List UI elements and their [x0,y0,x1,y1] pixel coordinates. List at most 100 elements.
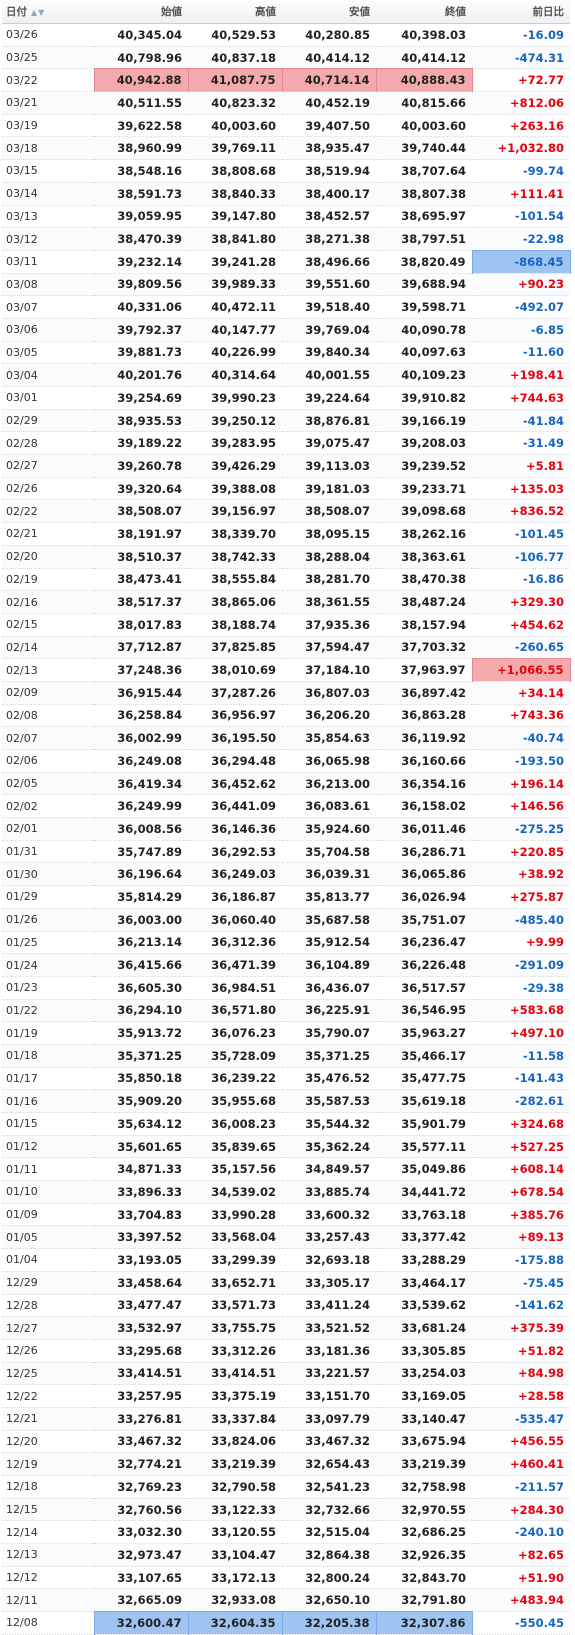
cell-low: 32,693.18 [282,1248,376,1272]
column-header-change[interactable]: 前日比 [472,0,570,24]
cell-open: 33,276.81 [94,1407,188,1431]
cell-high: 36,956.97 [188,704,282,728]
cell-change: +608.14 [472,1157,570,1182]
cell-low: 39,407.50 [282,114,376,138]
cell-open: 38,548.16 [94,159,188,183]
cell-high: 39,426.29 [188,454,282,478]
cell-low: 37,935.36 [282,613,376,637]
cell-open: 36,249.08 [94,749,188,773]
cell-open: 38,473.41 [94,568,188,592]
table-row: 12/27 33,532.97 33,755.75 33,521.52 33,681.2… [2,1316,570,1340]
cell-high: 36,984.51 [188,976,282,1000]
cell-close: 39,740.44 [376,136,472,161]
cell-open: 36,915.44 [94,681,188,705]
cell-open: 39,792.37 [94,318,188,342]
table-row: 12/26 33,295.68 33,312.26 33,181.36 33,305.8… [2,1339,570,1363]
cell-high: 36,060.40 [188,908,282,932]
cell-open: 37,248.36 [94,658,188,682]
cell-low: 32,800.24 [282,1566,376,1590]
cell-open: 33,477.47 [94,1294,188,1318]
cell-close: 36,160.66 [376,749,472,773]
cell-change: +146.56 [472,794,570,819]
cell-date: 12/21 [2,1407,94,1431]
table-row: 02/14 37,712.87 37,825.85 37,594.47 37,703.3… [2,636,570,660]
table-row: 12/29 33,458.64 33,652.71 33,305.17 33,464.1… [2,1271,570,1295]
cell-change: +5.81 [472,454,570,478]
cell-close: 33,763.18 [376,1203,472,1227]
table-row: 12/22 33,257.95 33,375.19 33,151.70 33,169.0… [2,1384,570,1408]
cell-close: 33,288.29 [376,1248,472,1272]
cell-change: -282.61 [472,1089,570,1113]
cell-change: -240.10 [472,1520,570,1545]
cell-change: +329.30 [472,590,570,614]
cell-low: 39,075.47 [282,431,376,456]
cell-open: 33,704.83 [94,1203,188,1227]
column-header-close[interactable]: 終値 [376,0,472,24]
cell-high: 39,388.08 [188,477,282,501]
table-row: 03/18 38,960.99 39,769.11 38,935.47 39,740.4… [2,136,570,161]
table-row: 02/19 38,473.41 38,555.84 38,281.70 38,470.3… [2,568,570,592]
cell-date: 01/22 [2,999,94,1023]
cell-date: 01/30 [2,862,94,887]
table-row: 01/12 35,601.65 35,839.65 35,362.24 35,577.1… [2,1135,570,1159]
cell-close: 36,897.42 [376,681,472,705]
cell-high: 33,652.71 [188,1271,282,1295]
cell-high: 33,990.28 [188,1203,282,1227]
table-row: 01/29 35,814.29 36,186.87 35,813.77 36,026.9… [2,885,570,909]
cell-close: 39,233.71 [376,477,472,501]
cell-open: 38,935.53 [94,409,188,433]
cell-low: 38,508.07 [282,499,376,524]
cell-high: 39,989.33 [188,273,282,297]
cell-close: 39,166.19 [376,409,472,433]
table-row: 01/16 35,909.20 35,955.68 35,587.53 35,619.1… [2,1089,570,1113]
cell-high: 40,003.60 [188,114,282,138]
cell-close: 35,466.17 [376,1044,472,1068]
cell-change: +196.14 [472,772,570,796]
sort-arrows-icon[interactable]: ▲▼ [31,8,45,17]
column-header-date[interactable]: 日付 ▲▼ [2,0,94,24]
cell-close: 38,797.51 [376,227,472,251]
cell-date: 02/28 [2,431,94,456]
cell-change: +263.16 [472,114,570,138]
cell-low: 38,095.15 [282,522,376,546]
cell-date: 03/12 [2,227,94,251]
cell-close: 38,807.38 [376,182,472,206]
cell-high: 39,241.28 [188,250,282,274]
table-row: 02/08 36,258.84 36,956.97 36,206.20 36,863.2… [2,704,570,728]
cell-high: 33,824.06 [188,1430,282,1454]
cell-high: 39,769.11 [188,136,282,161]
column-header-low[interactable]: 安値 [282,0,376,24]
cell-date: 01/25 [2,931,94,955]
cell-date: 01/23 [2,976,94,1000]
cell-open: 33,467.32 [94,1430,188,1454]
cell-change: -141.43 [472,1067,570,1091]
cell-change: -16.09 [472,23,570,47]
cell-open: 32,774.21 [94,1452,188,1476]
cell-change: -550.45 [472,1611,570,1635]
cell-close: 38,157.94 [376,613,472,637]
cell-low: 36,104.89 [282,953,376,977]
table-row: 01/15 35,634.12 36,008.23 35,544.32 35,901.7… [2,1112,570,1136]
table-row: 02/06 36,249.08 36,294.48 36,065.98 36,160.6… [2,749,570,773]
cell-date: 01/17 [2,1067,94,1091]
cell-date: 01/05 [2,1225,94,1250]
cell-low: 34,849.57 [282,1157,376,1182]
cell-low: 36,083.61 [282,794,376,819]
cell-open: 38,960.99 [94,136,188,161]
cell-date: 12/22 [2,1384,94,1408]
table-row: 01/17 35,850.18 36,239.22 35,476.52 35,477.7… [2,1067,570,1091]
cell-open: 33,397.52 [94,1225,188,1250]
cell-change: -485.40 [472,908,570,932]
cell-high: 33,568.04 [188,1225,282,1250]
cell-open: 38,470.39 [94,227,188,251]
table-row: 01/18 35,371.25 35,728.09 35,371.25 35,466.1… [2,1044,570,1068]
table-row: 01/22 36,294.10 36,571.80 36,225.91 36,546.9… [2,999,570,1023]
cell-low: 38,935.47 [282,136,376,161]
column-header-open[interactable]: 始値 [94,0,188,24]
column-header-high[interactable]: 高値 [188,0,282,24]
cell-change: -40.74 [472,726,570,750]
table-row: 02/15 38,017.83 38,188.74 37,935.36 38,157.9… [2,613,570,637]
cell-low: 35,687.58 [282,908,376,932]
cell-close: 38,820.49 [376,250,472,274]
cell-high: 38,865.06 [188,590,282,614]
